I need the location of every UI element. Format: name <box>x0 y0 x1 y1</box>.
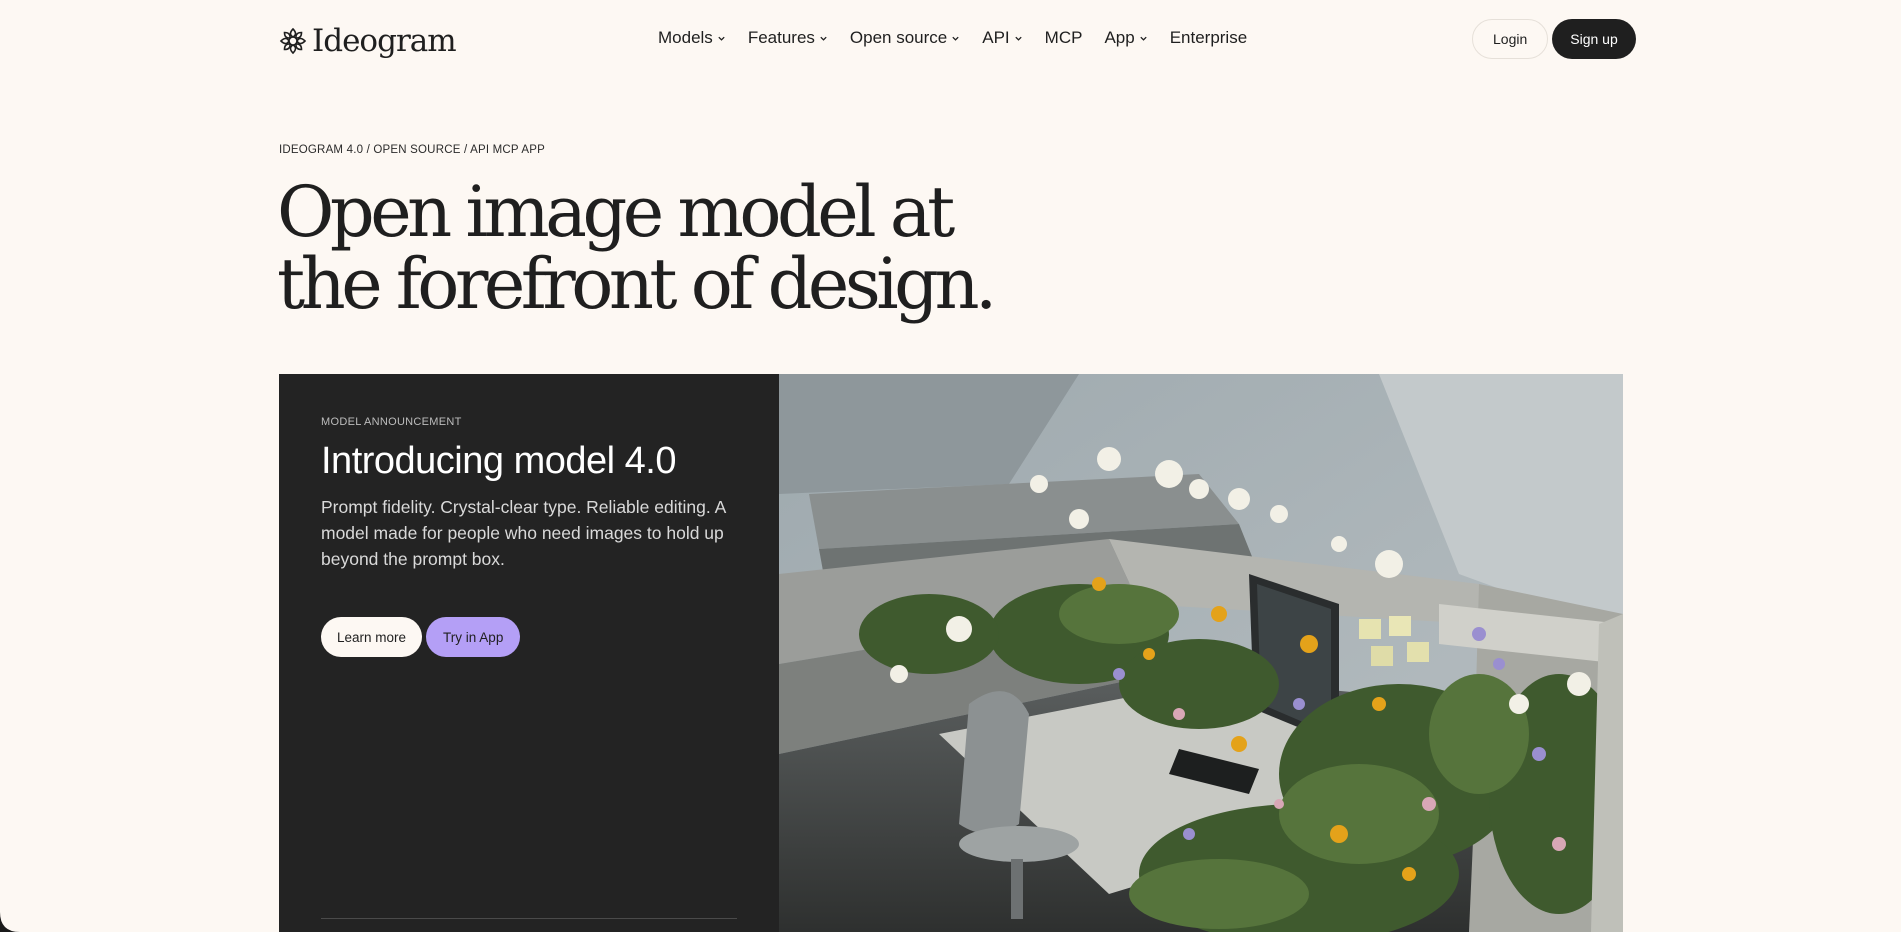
card-actions: Learn more Try in App <box>321 617 521 657</box>
nav-label: Features <box>747 28 815 47</box>
nav-item-enterprise[interactable]: Enterprise <box>1170 28 1247 48</box>
ideogram-logo[interactable]: Ideogram <box>278 22 457 60</box>
nav-label: Open source <box>849 28 948 47</box>
main-nav: Models Features Open source API MCP App … <box>658 28 1247 48</box>
card-image-panel <box>779 374 1623 932</box>
ideogram-logo-icon <box>279 27 307 55</box>
nav-label: MCP <box>1044 28 1083 47</box>
model-announcement-card: MODEL ANNOUNCEMENT Introducing model 4.0… <box>279 374 1623 932</box>
card-title: Introducing model 4.0 <box>321 440 676 482</box>
nav-item-features[interactable]: Features <box>748 28 828 48</box>
nav-label: Models <box>658 28 713 47</box>
header-actions: Login Sign up <box>1472 19 1636 59</box>
card-divider <box>321 918 737 919</box>
signup-button[interactable]: Sign up <box>1552 19 1636 59</box>
chevron-down-icon <box>820 36 827 41</box>
learn-more-button[interactable]: Learn more <box>321 617 423 657</box>
card-description: Prompt fidelity. Crystal-clear type. Rel… <box>321 497 726 569</box>
nav-label: API <box>982 28 1010 47</box>
nav-label: Enterprise <box>1169 28 1248 47</box>
breadcrumb: IDEOGRAM 4.0 / OPEN SOURCE / API MCP APP <box>279 144 545 156</box>
logo-wordmark: Ideogram <box>312 22 457 59</box>
nav-label: App <box>1104 28 1135 47</box>
headline-line-1: Open image model at <box>277 171 955 253</box>
chevron-down-icon <box>1140 36 1147 41</box>
office-cubicles-with-wildflowers-image <box>779 374 1623 932</box>
nav-item-mcp[interactable]: MCP <box>1045 28 1083 48</box>
nav-item-api[interactable]: API <box>982 28 1022 48</box>
card-eyebrow: MODEL ANNOUNCEMENT <box>321 416 462 428</box>
nav-item-open-source[interactable]: Open source <box>850 28 960 48</box>
nav-item-app[interactable]: App <box>1104 28 1147 48</box>
nav-item-models[interactable]: Models <box>658 28 726 48</box>
page-headline: Open image model at the forefront of des… <box>277 176 1057 320</box>
site-header: Ideogram Models Features Open source API… <box>0 0 1901 80</box>
headline-line-2: the forefront of design. <box>277 243 997 325</box>
login-button[interactable]: Login <box>1472 19 1549 59</box>
chevron-down-icon <box>952 36 959 41</box>
try-in-app-button[interactable]: Try in App <box>426 617 521 657</box>
chevron-down-icon <box>718 36 725 41</box>
chevron-down-icon <box>1015 36 1022 41</box>
card-text-panel: MODEL ANNOUNCEMENT Introducing model 4.0… <box>279 374 779 932</box>
window-corner <box>0 912 20 932</box>
